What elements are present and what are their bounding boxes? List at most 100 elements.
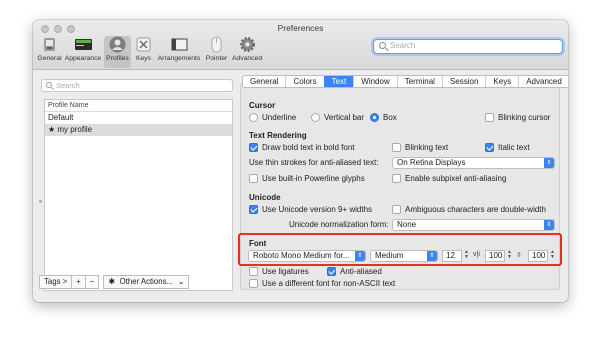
- profile-row-default[interactable]: Default: [45, 112, 232, 124]
- checkbox-icon: [392, 143, 401, 152]
- remove-profile-button[interactable]: −: [85, 275, 100, 289]
- unicode-version-label: Use Unicode version 9+ widths: [262, 205, 373, 214]
- checkbox-icon: [485, 113, 494, 122]
- other-actions-label: Other Actions...: [119, 277, 173, 286]
- italic-text-label: Italic text: [498, 143, 530, 152]
- tab-advanced[interactable]: Advanced: [518, 76, 568, 87]
- blinking-cursor-checkbox[interactable]: Blinking cursor: [485, 113, 550, 122]
- non-ascii-font-checkbox[interactable]: Use a different font for non-ASCII text: [249, 279, 395, 288]
- cursor-underline-radio[interactable]: Underline: [249, 113, 296, 122]
- radio-icon: [249, 113, 258, 122]
- profile-list-header[interactable]: Profile Name: [45, 100, 232, 112]
- blinking-cursor-label: Blinking cursor: [498, 113, 551, 122]
- non-ascii-font-label: Use a different font for non-ASCII text: [262, 279, 396, 288]
- subpixel-checkbox[interactable]: Enable subpixel anti-aliasing: [392, 174, 506, 183]
- profile-list: Profile Name Default ★ my profile: [44, 99, 233, 291]
- toolbar-general[interactable]: General: [35, 36, 64, 68]
- thin-strokes-popup[interactable]: On Retina Displays ⇕: [392, 157, 555, 169]
- radio-icon: [370, 113, 379, 122]
- checkbox-icon: [392, 174, 401, 183]
- checkbox-icon: [249, 174, 258, 183]
- profiles-icon: [109, 36, 126, 53]
- toolbar-keys-label: Keys: [135, 55, 152, 62]
- toolbar-advanced-label: Advanced: [231, 55, 263, 62]
- checkbox-icon: [249, 143, 258, 152]
- profile-tabs: General Colors Text Window Terminal Sess…: [242, 75, 568, 88]
- cursor-box-label: Box: [383, 113, 397, 122]
- toolbar-pointer-label: Pointer: [205, 55, 228, 62]
- checkbox-icon: [327, 267, 336, 276]
- toolbar-general-label: General: [37, 55, 62, 62]
- toolbar-appearance-label: Appearance: [64, 55, 102, 62]
- toolbar-advanced[interactable]: Advanced: [231, 36, 263, 68]
- tab-terminal[interactable]: Terminal: [396, 76, 442, 87]
- toolbar-keys[interactable]: Keys: [133, 36, 154, 68]
- profile-row-my-profile[interactable]: ★ my profile: [45, 124, 232, 136]
- unicode-version-checkbox[interactable]: Use Unicode version 9+ widths: [249, 205, 372, 214]
- arrangements-icon: [171, 36, 188, 53]
- tags-button[interactable]: Tags >: [39, 275, 73, 289]
- checkbox-icon: [392, 205, 401, 214]
- normalization-label: Unicode normalization form:: [289, 220, 389, 229]
- toolbar-profiles[interactable]: Profiles: [104, 36, 131, 68]
- ligatures-label: Use ligatures: [262, 267, 309, 276]
- chevron-updown-icon: ⇕: [544, 220, 554, 230]
- toolbar-appearance[interactable]: Appearance: [63, 36, 103, 68]
- toolbar-search-input[interactable]: Search: [373, 39, 563, 54]
- powerline-checkbox[interactable]: Use built-in Powerline glyphs: [249, 174, 365, 183]
- add-profile-button[interactable]: +: [72, 275, 86, 289]
- italic-text-checkbox[interactable]: Italic text: [485, 143, 530, 152]
- ambiguous-width-checkbox[interactable]: Ambiguous characters are double-width: [392, 205, 546, 214]
- split-view-handle[interactable]: [39, 200, 42, 203]
- checkbox-icon: [249, 205, 258, 214]
- draw-bold-label: Draw bold text in bold font: [262, 143, 355, 152]
- powerline-label: Use built-in Powerline glyphs: [262, 174, 365, 183]
- appearance-icon: [74, 36, 92, 53]
- cursor-underline-label: Underline: [262, 113, 297, 122]
- toolbar-profiles-label: Profiles: [106, 55, 129, 62]
- search-icon: [46, 82, 52, 88]
- cursor-vertical-bar-label: Vertical bar: [324, 113, 365, 122]
- checkbox-icon: [249, 279, 258, 288]
- toolbar-arrangements-label: Arrangements: [157, 55, 201, 62]
- draw-bold-checkbox[interactable]: Draw bold text in bold font: [249, 143, 355, 152]
- window-title: Preferences: [277, 23, 324, 33]
- profile-actions-bar: Tags > + − ✱ Other Actions... ⌄: [39, 275, 190, 289]
- chevron-down-icon: ⌄: [177, 277, 185, 286]
- title-bar: Preferences General Appearance Profiles …: [33, 20, 568, 70]
- tab-text[interactable]: Text: [323, 76, 354, 87]
- blinking-text-checkbox[interactable]: Blinking text: [392, 143, 448, 152]
- chevron-updown-icon: ⇕: [544, 158, 554, 168]
- normalization-value: None: [397, 220, 417, 229]
- ligatures-checkbox[interactable]: Use ligatures: [249, 267, 309, 276]
- checkbox-icon: [485, 143, 494, 152]
- other-actions-popup[interactable]: ✱ Other Actions... ⌄: [103, 275, 190, 289]
- profile-search-input[interactable]: Search: [41, 79, 233, 92]
- profile-search-placeholder: Search: [56, 81, 80, 90]
- tab-keys[interactable]: Keys: [485, 76, 518, 87]
- keys-icon: [135, 36, 152, 53]
- tab-window[interactable]: Window: [353, 76, 396, 87]
- unicode-heading: Unicode: [249, 193, 281, 202]
- tab-general[interactable]: General: [243, 76, 285, 87]
- normalization-popup[interactable]: None ⇕: [392, 219, 555, 231]
- anti-aliased-checkbox[interactable]: Anti-aliased: [327, 267, 382, 276]
- search-icon: [379, 42, 386, 49]
- mouse-icon: [208, 36, 225, 53]
- thin-strokes-label: Use thin strokes for anti-aliased text:: [249, 158, 379, 167]
- gear-icon: [239, 36, 256, 53]
- tab-session[interactable]: Session: [441, 76, 485, 87]
- ambiguous-width-label: Ambiguous characters are double-width: [405, 205, 546, 214]
- font-section-highlight: [238, 233, 562, 266]
- tab-colors[interactable]: Colors: [285, 76, 323, 87]
- radio-icon: [311, 113, 320, 122]
- toolbar-arrangements[interactable]: Arrangements: [156, 36, 202, 68]
- checkbox-icon: [249, 267, 258, 276]
- gear-icon: ✱: [108, 277, 115, 286]
- cursor-vertical-bar-radio[interactable]: Vertical bar: [311, 113, 364, 122]
- general-icon: [41, 36, 58, 53]
- text-rendering-heading: Text Rendering: [249, 131, 307, 140]
- cursor-box-radio[interactable]: Box: [370, 113, 397, 122]
- thin-strokes-value: On Retina Displays: [397, 158, 466, 167]
- toolbar-pointer[interactable]: Pointer: [204, 36, 229, 68]
